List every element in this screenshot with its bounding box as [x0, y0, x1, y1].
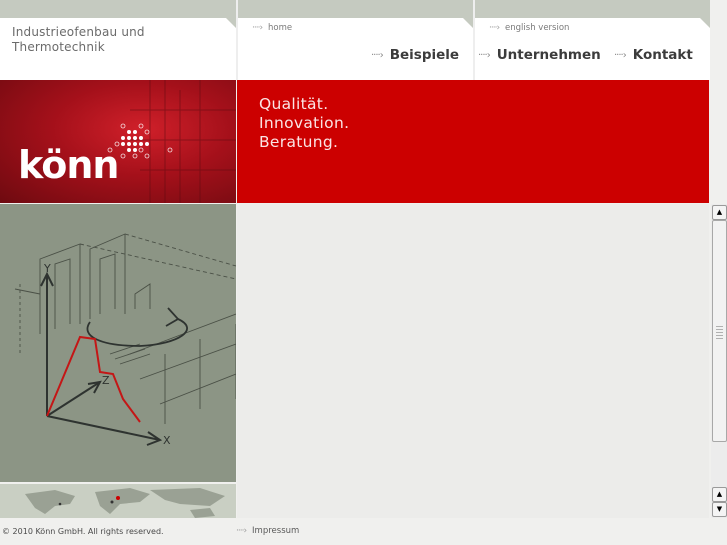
header-divider	[236, 0, 238, 80]
furnace-diagram-icon: Y Z X	[14, 233, 237, 447]
dotted-arrow-icon: ····›	[371, 49, 384, 61]
nav-beispiele-label: Beispiele	[389, 47, 460, 63]
triangle-up-icon: ▲	[716, 208, 723, 216]
home-link[interactable]: ····› home	[252, 23, 292, 33]
header-divider	[473, 0, 475, 80]
dotted-arrow-icon: ····›	[478, 49, 491, 61]
impressum-label: Impressum	[252, 526, 300, 536]
company-line-1: Industrieofenbau und	[12, 25, 145, 39]
impressum-link[interactable]: ····› Impressum	[236, 526, 299, 536]
axis-x-label: X	[163, 434, 171, 447]
english-version-link[interactable]: ····› english version	[489, 23, 569, 33]
axis-z-label: Z	[102, 374, 110, 387]
header-tab-strip	[475, 0, 710, 18]
scrollbar-thumb[interactable]	[712, 220, 727, 442]
tab-notch	[700, 18, 710, 28]
scroll-up-button-lower[interactable]: ▲	[712, 487, 727, 502]
konn-logo-text: könn	[18, 143, 119, 187]
world-map-image	[0, 484, 236, 518]
furnace-illustration: Y Z X	[0, 204, 237, 482]
scroll-down-button[interactable]: ▼	[712, 502, 727, 517]
dotted-arrow-icon: ····›	[489, 23, 500, 33]
triangle-down-icon: ▼	[716, 505, 723, 513]
nav-beispiele[interactable]: ····› Beispiele	[371, 47, 459, 63]
nav-kontakt-label: Kontakt	[632, 47, 693, 63]
scroll-up-button[interactable]: ▲	[712, 205, 727, 220]
world-map-icon	[25, 488, 225, 518]
grip-icon	[716, 325, 723, 339]
slogan-line-2: Innovation.	[259, 114, 350, 132]
home-link-label: home	[268, 23, 293, 33]
company-line-2: Thermotechnik	[12, 40, 105, 54]
english-version-label: english version	[505, 23, 570, 33]
nav-kontakt[interactable]: ····› Kontakt	[614, 47, 693, 63]
header-tab-strip	[238, 0, 473, 18]
nav-unternehmen[interactable]: ····› Unternehmen	[478, 47, 601, 63]
dotted-arrow-icon: ····›	[236, 526, 247, 536]
header-tab-strip	[0, 0, 236, 18]
dotted-arrow-icon: ····›	[614, 49, 627, 61]
slogan-line-1: Qualität.	[259, 95, 329, 113]
logo-panel[interactable]: könn	[0, 80, 236, 203]
company-tagline: Industrieofenbau und Thermotechnik	[12, 25, 145, 55]
tab-notch	[226, 18, 236, 28]
triangle-up-icon: ▲	[716, 490, 723, 498]
nav-unternehmen-label: Unternehmen	[496, 47, 601, 63]
tab-notch	[463, 18, 473, 28]
slogan: Qualität. Innovation. Beratung.	[259, 95, 349, 152]
dotted-arrow-icon: ····›	[252, 23, 263, 33]
vertical-scrollbar[interactable]: ▲ ▲ ▼	[711, 204, 727, 518]
header: Industrieofenbau und Thermotechnik ····›…	[0, 0, 710, 80]
axis-y-label: Y	[43, 262, 51, 275]
content-area	[237, 204, 709, 518]
copyright-text: © 2010 Könn GmbH. All rights reserved.	[2, 527, 164, 536]
slogan-line-3: Beratung.	[259, 133, 339, 151]
